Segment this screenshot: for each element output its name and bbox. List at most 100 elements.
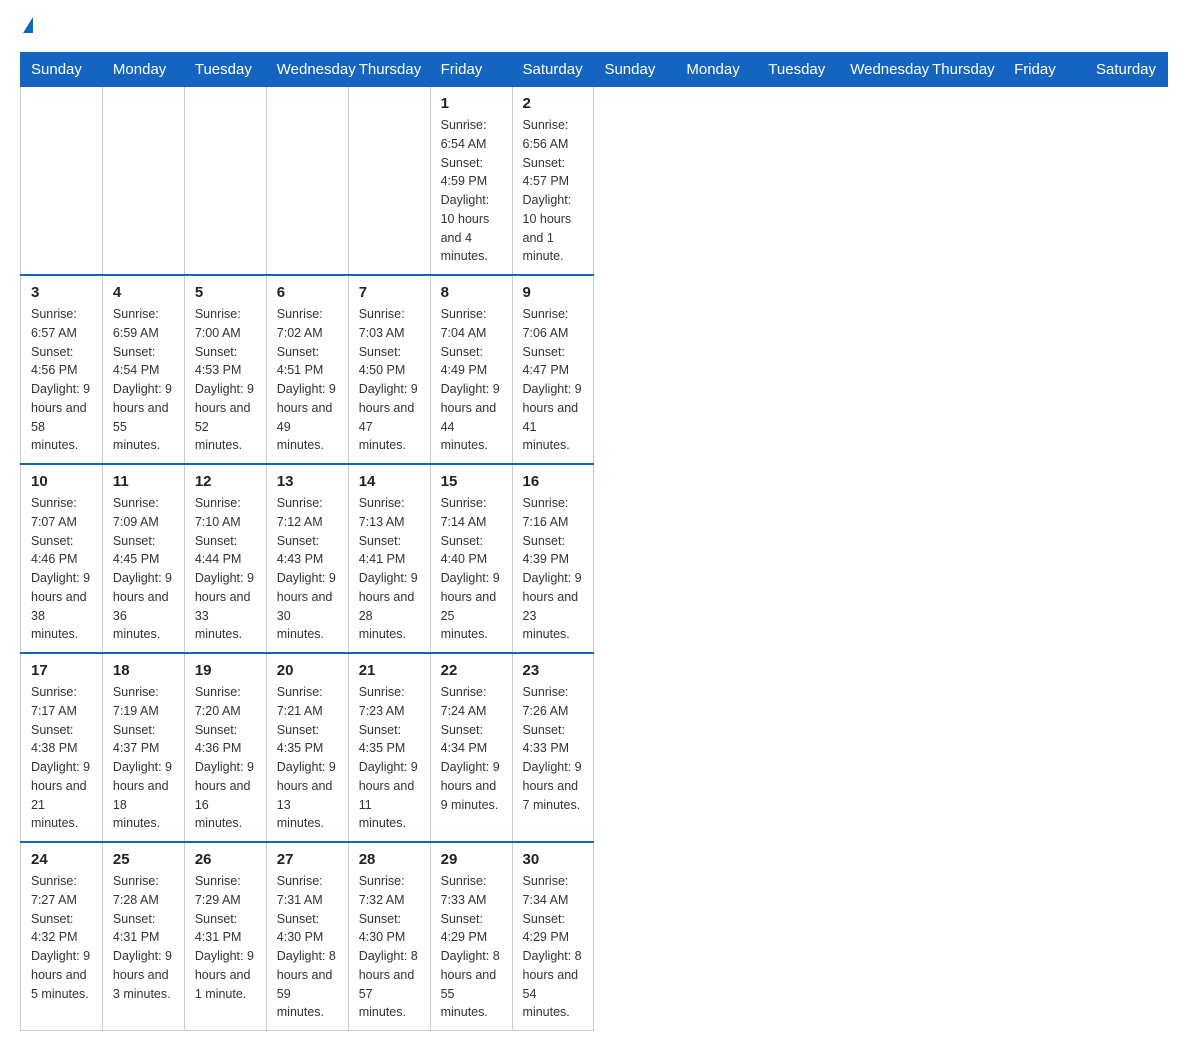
calendar-cell: 4 Sunrise: 6:59 AMSunset: 4:54 PMDaylight… bbox=[102, 275, 184, 464]
day-number: 16 bbox=[523, 473, 584, 490]
logo-triangle-icon bbox=[23, 17, 33, 33]
calendar-cell bbox=[348, 87, 430, 276]
calendar-cell: 30 Sunrise: 7:34 AMSunset: 4:29 PMDayligh… bbox=[512, 842, 594, 1031]
calendar-cell: 17 Sunrise: 7:17 AMSunset: 4:38 PMDayligh… bbox=[21, 653, 103, 842]
day-info: Sunrise: 7:32 AMSunset: 4:30 PMDaylight:… bbox=[359, 872, 420, 1022]
day-info: Sunrise: 7:02 AMSunset: 4:51 PMDaylight:… bbox=[277, 305, 338, 455]
calendar-cell: 9 Sunrise: 7:06 AMSunset: 4:47 PMDaylight… bbox=[512, 275, 594, 464]
day-info: Sunrise: 6:56 AMSunset: 4:57 PMDaylight:… bbox=[523, 116, 584, 266]
calendar-cell: 20Sunrise: 7:21 AMSunset: 4:35 PMDayligh… bbox=[266, 653, 348, 842]
day-number: 5 bbox=[195, 284, 256, 301]
day-number: 21 bbox=[359, 662, 420, 679]
day-number: 7 bbox=[359, 284, 420, 301]
day-info: Sunrise: 7:16 AMSunset: 4:39 PMDaylight:… bbox=[523, 494, 584, 644]
calendar-cell: 22 Sunrise: 7:24 AMSunset: 4:34 PMDayligh… bbox=[430, 653, 512, 842]
day-info: Sunrise: 7:13 AMSunset: 4:41 PMDaylight:… bbox=[359, 494, 420, 644]
header-sunday: Sunday bbox=[21, 53, 103, 87]
calendar-cell: 19 Sunrise: 7:20 AMSunset: 4:36 PMDayligh… bbox=[184, 653, 266, 842]
calendar-cell: 8Sunrise: 7:04 AMSunset: 4:49 PMDaylight… bbox=[430, 275, 512, 464]
week-row-3: 10 Sunrise: 7:07 AMSunset: 4:46 PMDayligh… bbox=[21, 464, 1168, 653]
header-friday: Friday bbox=[1004, 53, 1086, 87]
calendar-cell: 13Sunrise: 7:12 AMSunset: 4:43 PMDayligh… bbox=[266, 464, 348, 653]
day-number: 3 bbox=[31, 284, 92, 301]
calendar-cell: 1Sunrise: 6:54 AMSunset: 4:59 PMDaylight… bbox=[430, 87, 512, 276]
day-info: Sunrise: 7:07 AMSunset: 4:46 PMDaylight:… bbox=[31, 494, 92, 644]
day-info: Sunrise: 7:20 AMSunset: 4:36 PMDaylight:… bbox=[195, 683, 256, 833]
calendar-cell: 11 Sunrise: 7:09 AMSunset: 4:45 PMDayligh… bbox=[102, 464, 184, 653]
day-number: 12 bbox=[195, 473, 256, 490]
calendar-cell: 12 Sunrise: 7:10 AMSunset: 4:44 PMDayligh… bbox=[184, 464, 266, 653]
calendar-cell: 29Sunrise: 7:33 AMSunset: 4:29 PMDayligh… bbox=[430, 842, 512, 1031]
day-info: Sunrise: 7:26 AMSunset: 4:33 PMDaylight:… bbox=[523, 683, 584, 814]
header-saturday: Saturday bbox=[1085, 53, 1167, 87]
day-info: Sunrise: 7:28 AMSunset: 4:31 PMDaylight:… bbox=[113, 872, 174, 1003]
day-number: 2 bbox=[523, 95, 584, 112]
day-info: Sunrise: 7:09 AMSunset: 4:45 PMDaylight:… bbox=[113, 494, 174, 644]
day-info: Sunrise: 7:34 AMSunset: 4:29 PMDaylight:… bbox=[523, 872, 584, 1022]
logo bbox=[20, 20, 33, 36]
calendar-cell: 2 Sunrise: 6:56 AMSunset: 4:57 PMDaylight… bbox=[512, 87, 594, 276]
day-info: Sunrise: 7:03 AMSunset: 4:50 PMDaylight:… bbox=[359, 305, 420, 455]
day-info: Sunrise: 7:12 AMSunset: 4:43 PMDaylight:… bbox=[277, 494, 338, 644]
day-info: Sunrise: 7:17 AMSunset: 4:38 PMDaylight:… bbox=[31, 683, 92, 833]
day-info: Sunrise: 7:14 AMSunset: 4:40 PMDaylight:… bbox=[441, 494, 502, 644]
week-row-4: 17 Sunrise: 7:17 AMSunset: 4:38 PMDayligh… bbox=[21, 653, 1168, 842]
day-info: Sunrise: 7:10 AMSunset: 4:44 PMDaylight:… bbox=[195, 494, 256, 644]
day-info: Sunrise: 7:19 AMSunset: 4:37 PMDaylight:… bbox=[113, 683, 174, 833]
day-number: 18 bbox=[113, 662, 174, 679]
calendar-cell: 18 Sunrise: 7:19 AMSunset: 4:37 PMDayligh… bbox=[102, 653, 184, 842]
day-info: Sunrise: 7:33 AMSunset: 4:29 PMDaylight:… bbox=[441, 872, 502, 1022]
header-tuesday: Tuesday bbox=[758, 53, 840, 87]
day-info: Sunrise: 7:24 AMSunset: 4:34 PMDaylight:… bbox=[441, 683, 502, 814]
day-number: 26 bbox=[195, 851, 256, 868]
day-number: 19 bbox=[195, 662, 256, 679]
day-number: 24 bbox=[31, 851, 92, 868]
header-monday: Monday bbox=[676, 53, 758, 87]
week-row-5: 24 Sunrise: 7:27 AMSunset: 4:32 PMDayligh… bbox=[21, 842, 1168, 1031]
calendar-table: SundayMondayTuesdayWednesdayThursdayFrid… bbox=[20, 52, 1168, 1031]
calendar-cell: 26 Sunrise: 7:29 AMSunset: 4:31 PMDayligh… bbox=[184, 842, 266, 1031]
header-saturday: Saturday bbox=[512, 53, 594, 87]
day-number: 15 bbox=[441, 473, 502, 490]
day-info: Sunrise: 6:59 AMSunset: 4:54 PMDaylight:… bbox=[113, 305, 174, 455]
day-number: 9 bbox=[523, 284, 584, 301]
day-info: Sunrise: 7:00 AMSunset: 4:53 PMDaylight:… bbox=[195, 305, 256, 455]
day-number: 23 bbox=[523, 662, 584, 679]
header-monday: Monday bbox=[102, 53, 184, 87]
header-thursday: Thursday bbox=[922, 53, 1004, 87]
day-number: 11 bbox=[113, 473, 174, 490]
day-number: 30 bbox=[523, 851, 584, 868]
day-number: 22 bbox=[441, 662, 502, 679]
day-number: 17 bbox=[31, 662, 92, 679]
day-info: Sunrise: 7:06 AMSunset: 4:47 PMDaylight:… bbox=[523, 305, 584, 455]
day-number: 10 bbox=[31, 473, 92, 490]
day-number: 27 bbox=[277, 851, 338, 868]
calendar-cell: 21 Sunrise: 7:23 AMSunset: 4:35 PMDayligh… bbox=[348, 653, 430, 842]
day-number: 1 bbox=[441, 95, 502, 112]
calendar-cell: 7 Sunrise: 7:03 AMSunset: 4:50 PMDaylight… bbox=[348, 275, 430, 464]
day-number: 6 bbox=[277, 284, 338, 301]
day-info: Sunrise: 7:21 AMSunset: 4:35 PMDaylight:… bbox=[277, 683, 338, 833]
week-row-1: 1Sunrise: 6:54 AMSunset: 4:59 PMDaylight… bbox=[21, 87, 1168, 276]
calendar-header-row: SundayMondayTuesdayWednesdayThursdayFrid… bbox=[21, 53, 1168, 87]
day-info: Sunrise: 7:04 AMSunset: 4:49 PMDaylight:… bbox=[441, 305, 502, 455]
header-tuesday: Tuesday bbox=[184, 53, 266, 87]
day-info: Sunrise: 6:57 AMSunset: 4:56 PMDaylight:… bbox=[31, 305, 92, 455]
calendar-cell bbox=[21, 87, 103, 276]
day-info: Sunrise: 7:23 AMSunset: 4:35 PMDaylight:… bbox=[359, 683, 420, 833]
calendar-cell: 10 Sunrise: 7:07 AMSunset: 4:46 PMDayligh… bbox=[21, 464, 103, 653]
week-row-2: 3 Sunrise: 6:57 AMSunset: 4:56 PMDaylight… bbox=[21, 275, 1168, 464]
day-number: 4 bbox=[113, 284, 174, 301]
calendar-cell: 14 Sunrise: 7:13 AMSunset: 4:41 PMDayligh… bbox=[348, 464, 430, 653]
calendar-cell: 15 Sunrise: 7:14 AMSunset: 4:40 PMDayligh… bbox=[430, 464, 512, 653]
day-info: Sunrise: 7:27 AMSunset: 4:32 PMDaylight:… bbox=[31, 872, 92, 1003]
header-sunday: Sunday bbox=[594, 53, 676, 87]
header-friday: Friday bbox=[430, 53, 512, 87]
header-wednesday: Wednesday bbox=[840, 53, 922, 87]
day-number: 25 bbox=[113, 851, 174, 868]
calendar-cell bbox=[184, 87, 266, 276]
calendar-cell bbox=[266, 87, 348, 276]
day-number: 14 bbox=[359, 473, 420, 490]
day-info: Sunrise: 7:29 AMSunset: 4:31 PMDaylight:… bbox=[195, 872, 256, 1003]
page-header bbox=[20, 20, 1168, 36]
